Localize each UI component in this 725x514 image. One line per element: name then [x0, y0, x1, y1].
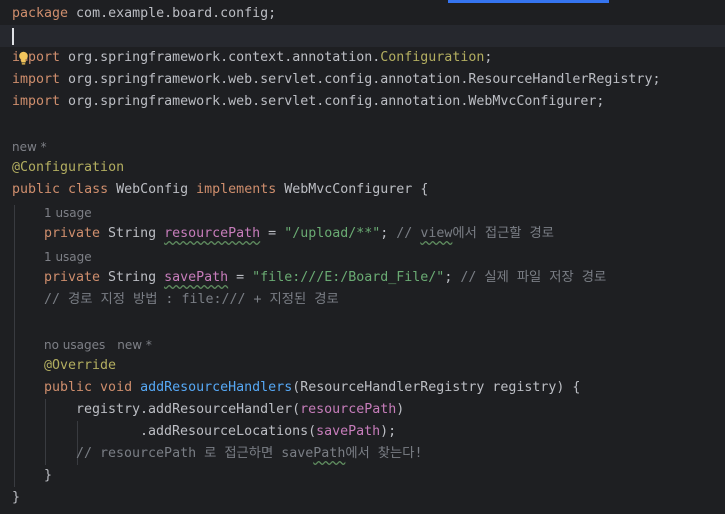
code-line-field-resourcePath[interactable]: private String resourcePath = "/upload/*…: [44, 223, 554, 245]
code-vision-hint-author[interactable]: new *: [12, 136, 47, 158]
text-caret: [12, 28, 14, 45]
intention-bulb-icon[interactable]: [18, 51, 29, 66]
code-line-annotation[interactable]: @Configuration: [12, 157, 124, 179]
code-vision-hint-usage[interactable]: 1 usage: [44, 246, 92, 268]
code-line-import[interactable]: import org.springframework.context.annot…: [12, 47, 492, 69]
code-line-close-method[interactable]: }: [44, 465, 52, 487]
code-line-method-declaration[interactable]: public void addResourceHandlers(Resource…: [44, 377, 580, 399]
code-line-comment[interactable]: // 경로 지정 방법 : file:/// + 지정된 경로: [44, 289, 339, 311]
code-line-override[interactable]: @Override: [44, 355, 116, 377]
code-line-class-declaration[interactable]: public class WebConfig implements WebMvc…: [12, 179, 428, 201]
code-editor[interactable]: package com.example.board.config; import…: [0, 0, 725, 514]
code-line-field-savePath[interactable]: private String savePath = "file:///E:/Bo…: [44, 267, 606, 289]
code-line-add-resource-locations[interactable]: .addResourceLocations(savePath);: [140, 421, 396, 443]
code-line-add-resource-handler[interactable]: registry.addResourceHandler(resourcePath…: [76, 399, 404, 421]
indent-guide: [14, 205, 15, 487]
code-line-package[interactable]: package com.example.board.config;: [12, 3, 276, 25]
code-line-current[interactable]: [0, 25, 725, 47]
code-vision-hint-method[interactable]: no usages new *: [44, 334, 152, 356]
code-line-comment[interactable]: // resourcePath 로 접근하면 savePath에서 찾는다!: [76, 443, 423, 465]
code-vision-hint-usage[interactable]: 1 usage: [44, 202, 92, 224]
active-tab-indicator: [448, 0, 609, 3]
code-line-import[interactable]: import org.springframework.web.servlet.c…: [12, 91, 604, 113]
code-line-close-class[interactable]: }: [12, 487, 20, 509]
indent-guide: [45, 399, 46, 465]
code-line-import[interactable]: import org.springframework.web.servlet.c…: [12, 69, 660, 91]
